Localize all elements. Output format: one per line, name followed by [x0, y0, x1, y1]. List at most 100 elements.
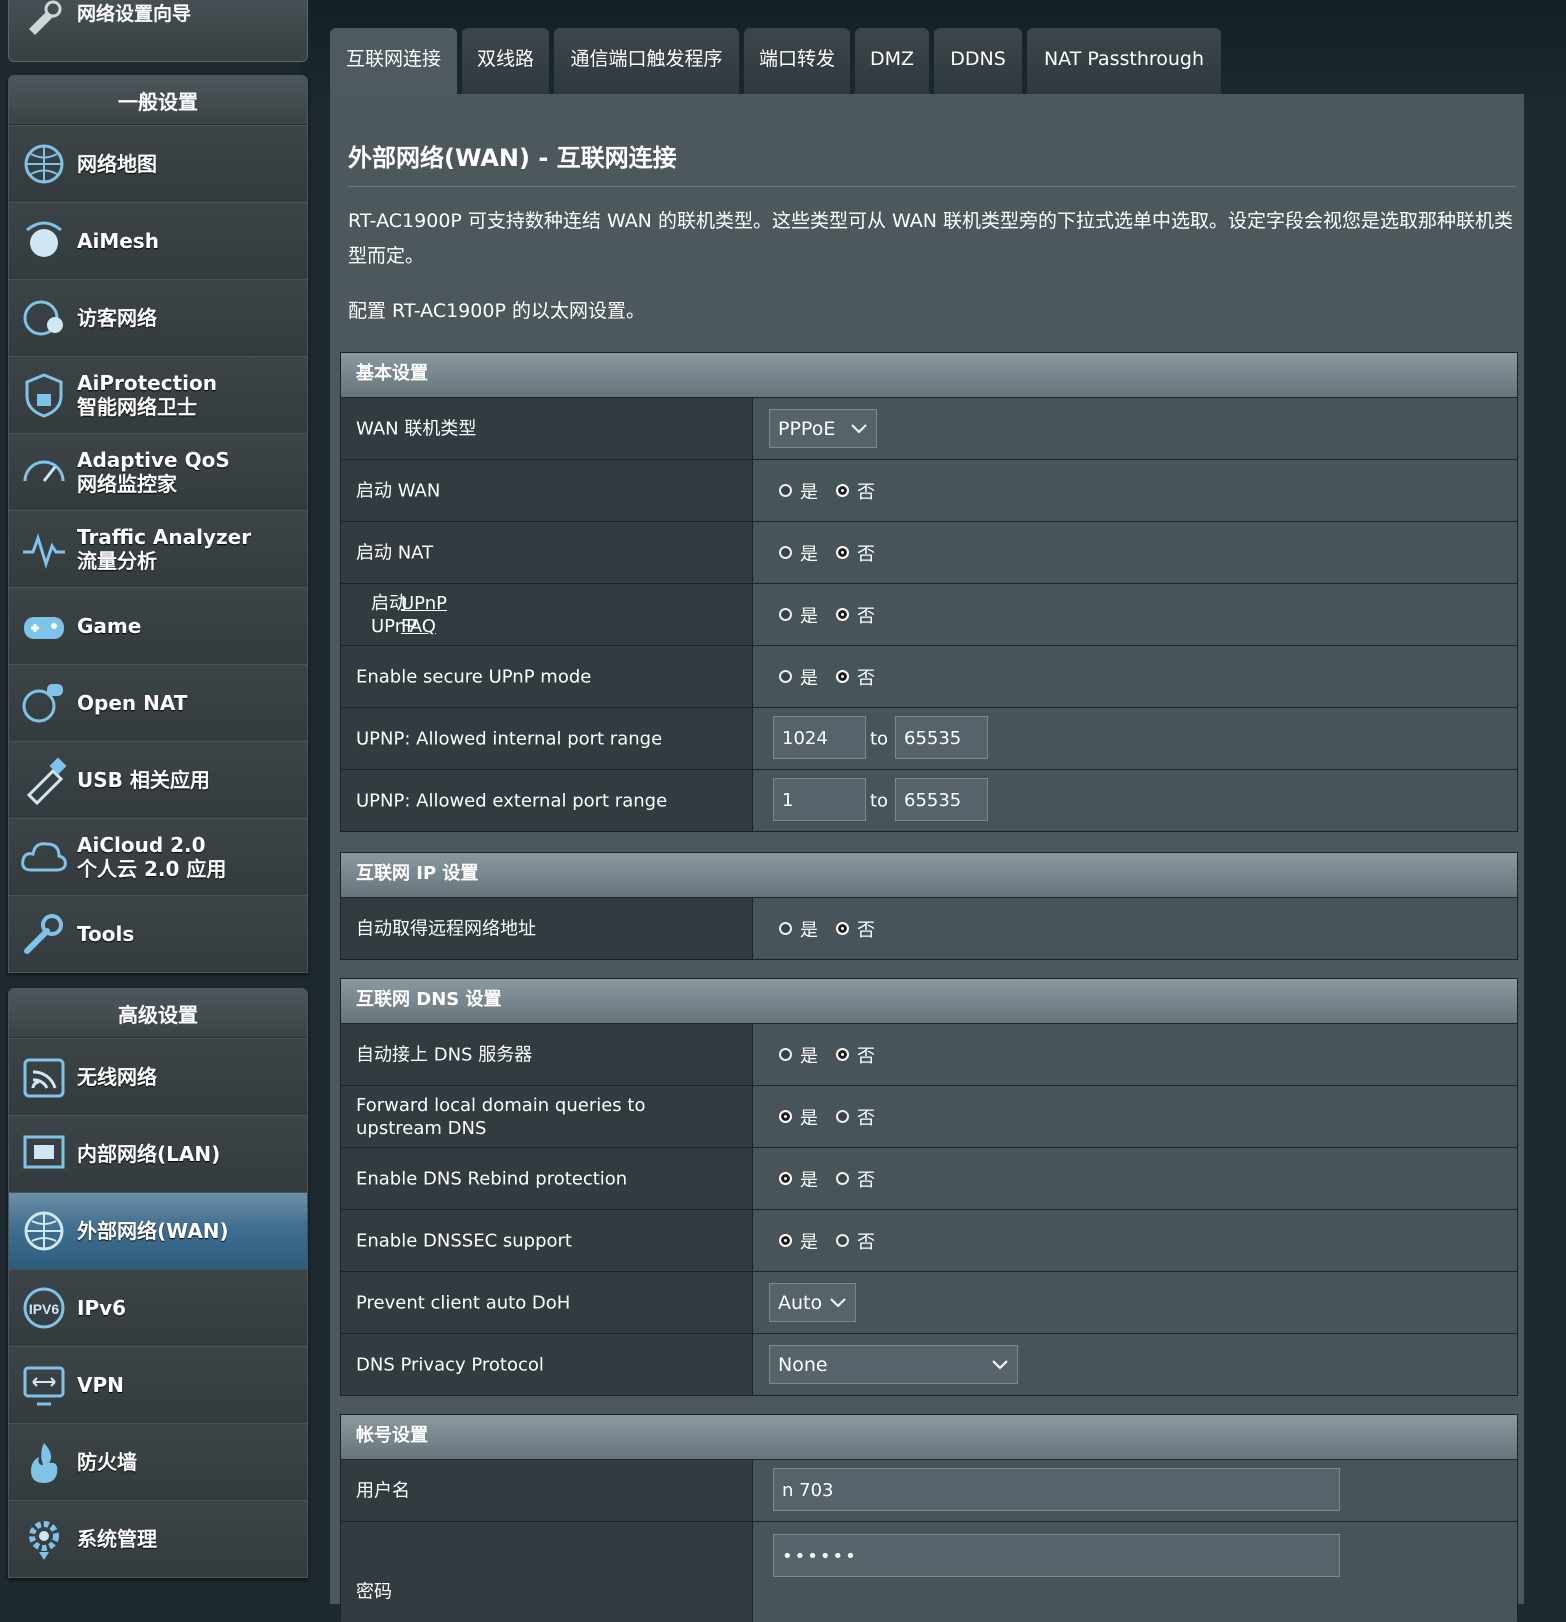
enable-wan-yes-radio[interactable]: 是	[779, 478, 818, 504]
upnp-faq-link[interactable]: UPnP FAQ	[401, 592, 447, 638]
to-label: to	[870, 728, 889, 749]
sidebar-item-text: 系统管理	[77, 1527, 157, 1551]
sidebar-item-wrench[interactable]: Tools	[9, 895, 307, 972]
wan-type-row: WAN 联机类型 PPPoE	[341, 397, 1517, 459]
field-label: DNS Privacy Protocol	[356, 1354, 544, 1375]
wifi-icon	[23, 1058, 65, 1098]
sidebar-item-gamepad[interactable]: Game	[9, 587, 307, 664]
sidebar-item-text: 网络监控家	[77, 472, 177, 496]
gear-icon	[29, 1521, 59, 1560]
field-label: Enable DNS Rebind protection	[356, 1168, 628, 1189]
sidebar-item-cloud[interactable]: AiCloud 2.0 个人云 2.0 应用	[9, 818, 307, 895]
tab-dmz[interactable]: DMZ	[855, 28, 929, 94]
enable-wan-no-radio[interactable]: 否	[836, 478, 875, 504]
tab-internet-connection[interactable]: 互联网连接	[330, 28, 457, 94]
username-input[interactable]: n 703	[773, 1468, 1340, 1511]
sidebar-item-text: 流量分析	[77, 549, 157, 573]
enable-nat-yes-radio[interactable]: 是	[779, 540, 818, 566]
enable-upnp-row: 启动 UPnP UPnP FAQ 是 否	[341, 583, 1517, 645]
internal-port-from-input[interactable]: 1024	[773, 716, 866, 759]
sidebar-item-text: AiProtection	[77, 371, 217, 395]
sidebar-item-text: 外部网络(WAN)	[77, 1219, 229, 1243]
secure-upnp-yes-radio[interactable]: 是	[779, 664, 818, 690]
dnssec-row: Enable DNSSEC support 是 否	[341, 1209, 1517, 1271]
tab-port-forwarding[interactable]: 端口转发	[744, 28, 850, 94]
forward-no-radio[interactable]: 否	[836, 1104, 875, 1130]
lan-icon	[23, 1135, 65, 1169]
tab-ddns[interactable]: DDNS	[934, 28, 1022, 94]
enable-upnp-no-radio[interactable]: 否	[836, 602, 875, 628]
password-input[interactable]: ••••••	[773, 1534, 1340, 1577]
dns-privacy-select[interactable]: None	[769, 1345, 1018, 1384]
auto-ip-yes-radio[interactable]: 是	[779, 916, 818, 942]
sidebar-item-globe-map[interactable]: 网络地图	[9, 125, 307, 202]
sidebar-item-vpn[interactable]: VPN	[9, 1346, 307, 1423]
dnssec-no-radio[interactable]: 否	[836, 1228, 875, 1254]
field-label: UPNP: Allowed internal port range	[356, 728, 663, 749]
rebind-yes-radio[interactable]: 是	[779, 1166, 818, 1192]
sidebar-item-open-nat[interactable]: Open NAT	[9, 664, 307, 741]
tab-dual-wan[interactable]: 双线路	[462, 28, 549, 94]
basic-settings-section: 基本设置 WAN 联机类型 PPPoE 启动 WAN 是 否 启动 NAT 是 …	[340, 352, 1518, 832]
sidebar-item-pulse[interactable]: Traffic Analyzer 流量分析	[9, 510, 307, 587]
external-port-from-input[interactable]: 1	[773, 778, 866, 821]
enable-nat-no-radio[interactable]: 否	[836, 540, 875, 566]
sidebar-item-label: 网络设置向导	[77, 3, 192, 25]
dns-rebind-row: Enable DNS Rebind protection 是 否	[341, 1147, 1517, 1209]
external-port-to-input[interactable]: 65535	[895, 778, 988, 821]
field-label: 自动取得远程网络地址	[356, 918, 536, 939]
auto-dns-yes-radio[interactable]: 是	[779, 1042, 818, 1068]
secure-upnp-no-radio[interactable]: 否	[836, 664, 875, 690]
sidebar-item-label: VPN	[77, 1373, 124, 1397]
field-label: 自动接上 DNS 服务器	[356, 1044, 533, 1065]
sidebar-item-guest-globe[interactable]: 访客网络	[9, 279, 307, 356]
wan-type-select[interactable]: PPPoE	[769, 409, 877, 448]
usb-icon	[26, 757, 67, 805]
open-nat-icon	[22, 684, 63, 723]
field-label: 密码	[356, 1581, 392, 1603]
sidebar-item-gear[interactable]: 系统管理	[9, 1500, 307, 1577]
sidebar-item-quick-setup[interactable]: 网络设置向导	[8, 0, 308, 62]
sidebar-item-wifi[interactable]: 无线网络	[9, 1038, 307, 1115]
to-label: to	[870, 790, 889, 811]
doh-select[interactable]: Auto	[769, 1283, 856, 1322]
forward-yes-radio[interactable]: 是	[779, 1104, 818, 1130]
dnssec-yes-radio[interactable]: 是	[779, 1228, 818, 1254]
sidebar-item-usb[interactable]: USB 相关应用	[9, 741, 307, 818]
sidebar-item-speedometer[interactable]: Adaptive QoS 网络监控家	[9, 433, 307, 510]
sidebar-item-label: Tools	[77, 922, 134, 946]
enable-upnp-yes-radio[interactable]: 是	[779, 602, 818, 628]
sidebar-advanced-title: 高级设置	[9, 989, 307, 1038]
internet-ip-section: 互联网 IP 设置 自动取得远程网络地址 是 否	[340, 852, 1518, 960]
sidebar-item-label: Open NAT	[77, 691, 187, 715]
rebind-no-radio[interactable]: 否	[836, 1166, 875, 1192]
sidebar-general-title: 一般设置	[9, 76, 307, 125]
tab-nat-passthrough[interactable]: NAT Passthrough	[1027, 28, 1221, 94]
sidebar-item-ipv6[interactable]: IPV6 IPv6	[9, 1269, 307, 1346]
sidebar-item-text: IPv6	[77, 1296, 127, 1320]
tab-port-trigger[interactable]: 通信端口触发程序	[554, 28, 739, 94]
svg-text:IPV6: IPV6	[29, 1301, 60, 1317]
internal-port-to-input[interactable]: 65535	[895, 716, 988, 759]
sidebar-item-text: 无线网络	[77, 1065, 157, 1089]
vpn-icon	[23, 1366, 65, 1406]
auto-ip-no-radio[interactable]: 否	[836, 916, 875, 942]
auto-dns-no-radio[interactable]: 否	[836, 1042, 875, 1068]
section-title: 基本设置	[341, 353, 1517, 397]
sidebar-item-label: USB 相关应用	[77, 768, 210, 792]
enable-wan-row: 启动 WAN 是 否	[341, 459, 1517, 521]
shield-lock-icon	[25, 373, 63, 418]
username-row: 用户名 n 703	[341, 1459, 1517, 1521]
sidebar-item-globe[interactable]: 外部网络(WAN)	[9, 1192, 307, 1269]
ipv6-icon: IPV6	[23, 1287, 65, 1329]
forward-local-domain-row: Forward local domain queries to upstream…	[341, 1085, 1517, 1147]
sidebar-item-text: 网络地图	[77, 152, 157, 176]
sidebar-item-lan[interactable]: 内部网络(LAN)	[9, 1115, 307, 1192]
section-title: 帐号设置	[341, 1415, 1517, 1459]
sidebar-item-text: 智能网络卫士	[77, 395, 197, 419]
cloud-icon	[21, 842, 67, 872]
sidebar-item-firewall[interactable]: 防火墙	[9, 1423, 307, 1500]
sidebar-item-text: Open NAT	[77, 691, 188, 715]
sidebar-item-shield-lock[interactable]: AiProtection 智能网络卫士	[9, 356, 307, 433]
sidebar-item-aimesh[interactable]: AiMesh	[9, 202, 307, 279]
